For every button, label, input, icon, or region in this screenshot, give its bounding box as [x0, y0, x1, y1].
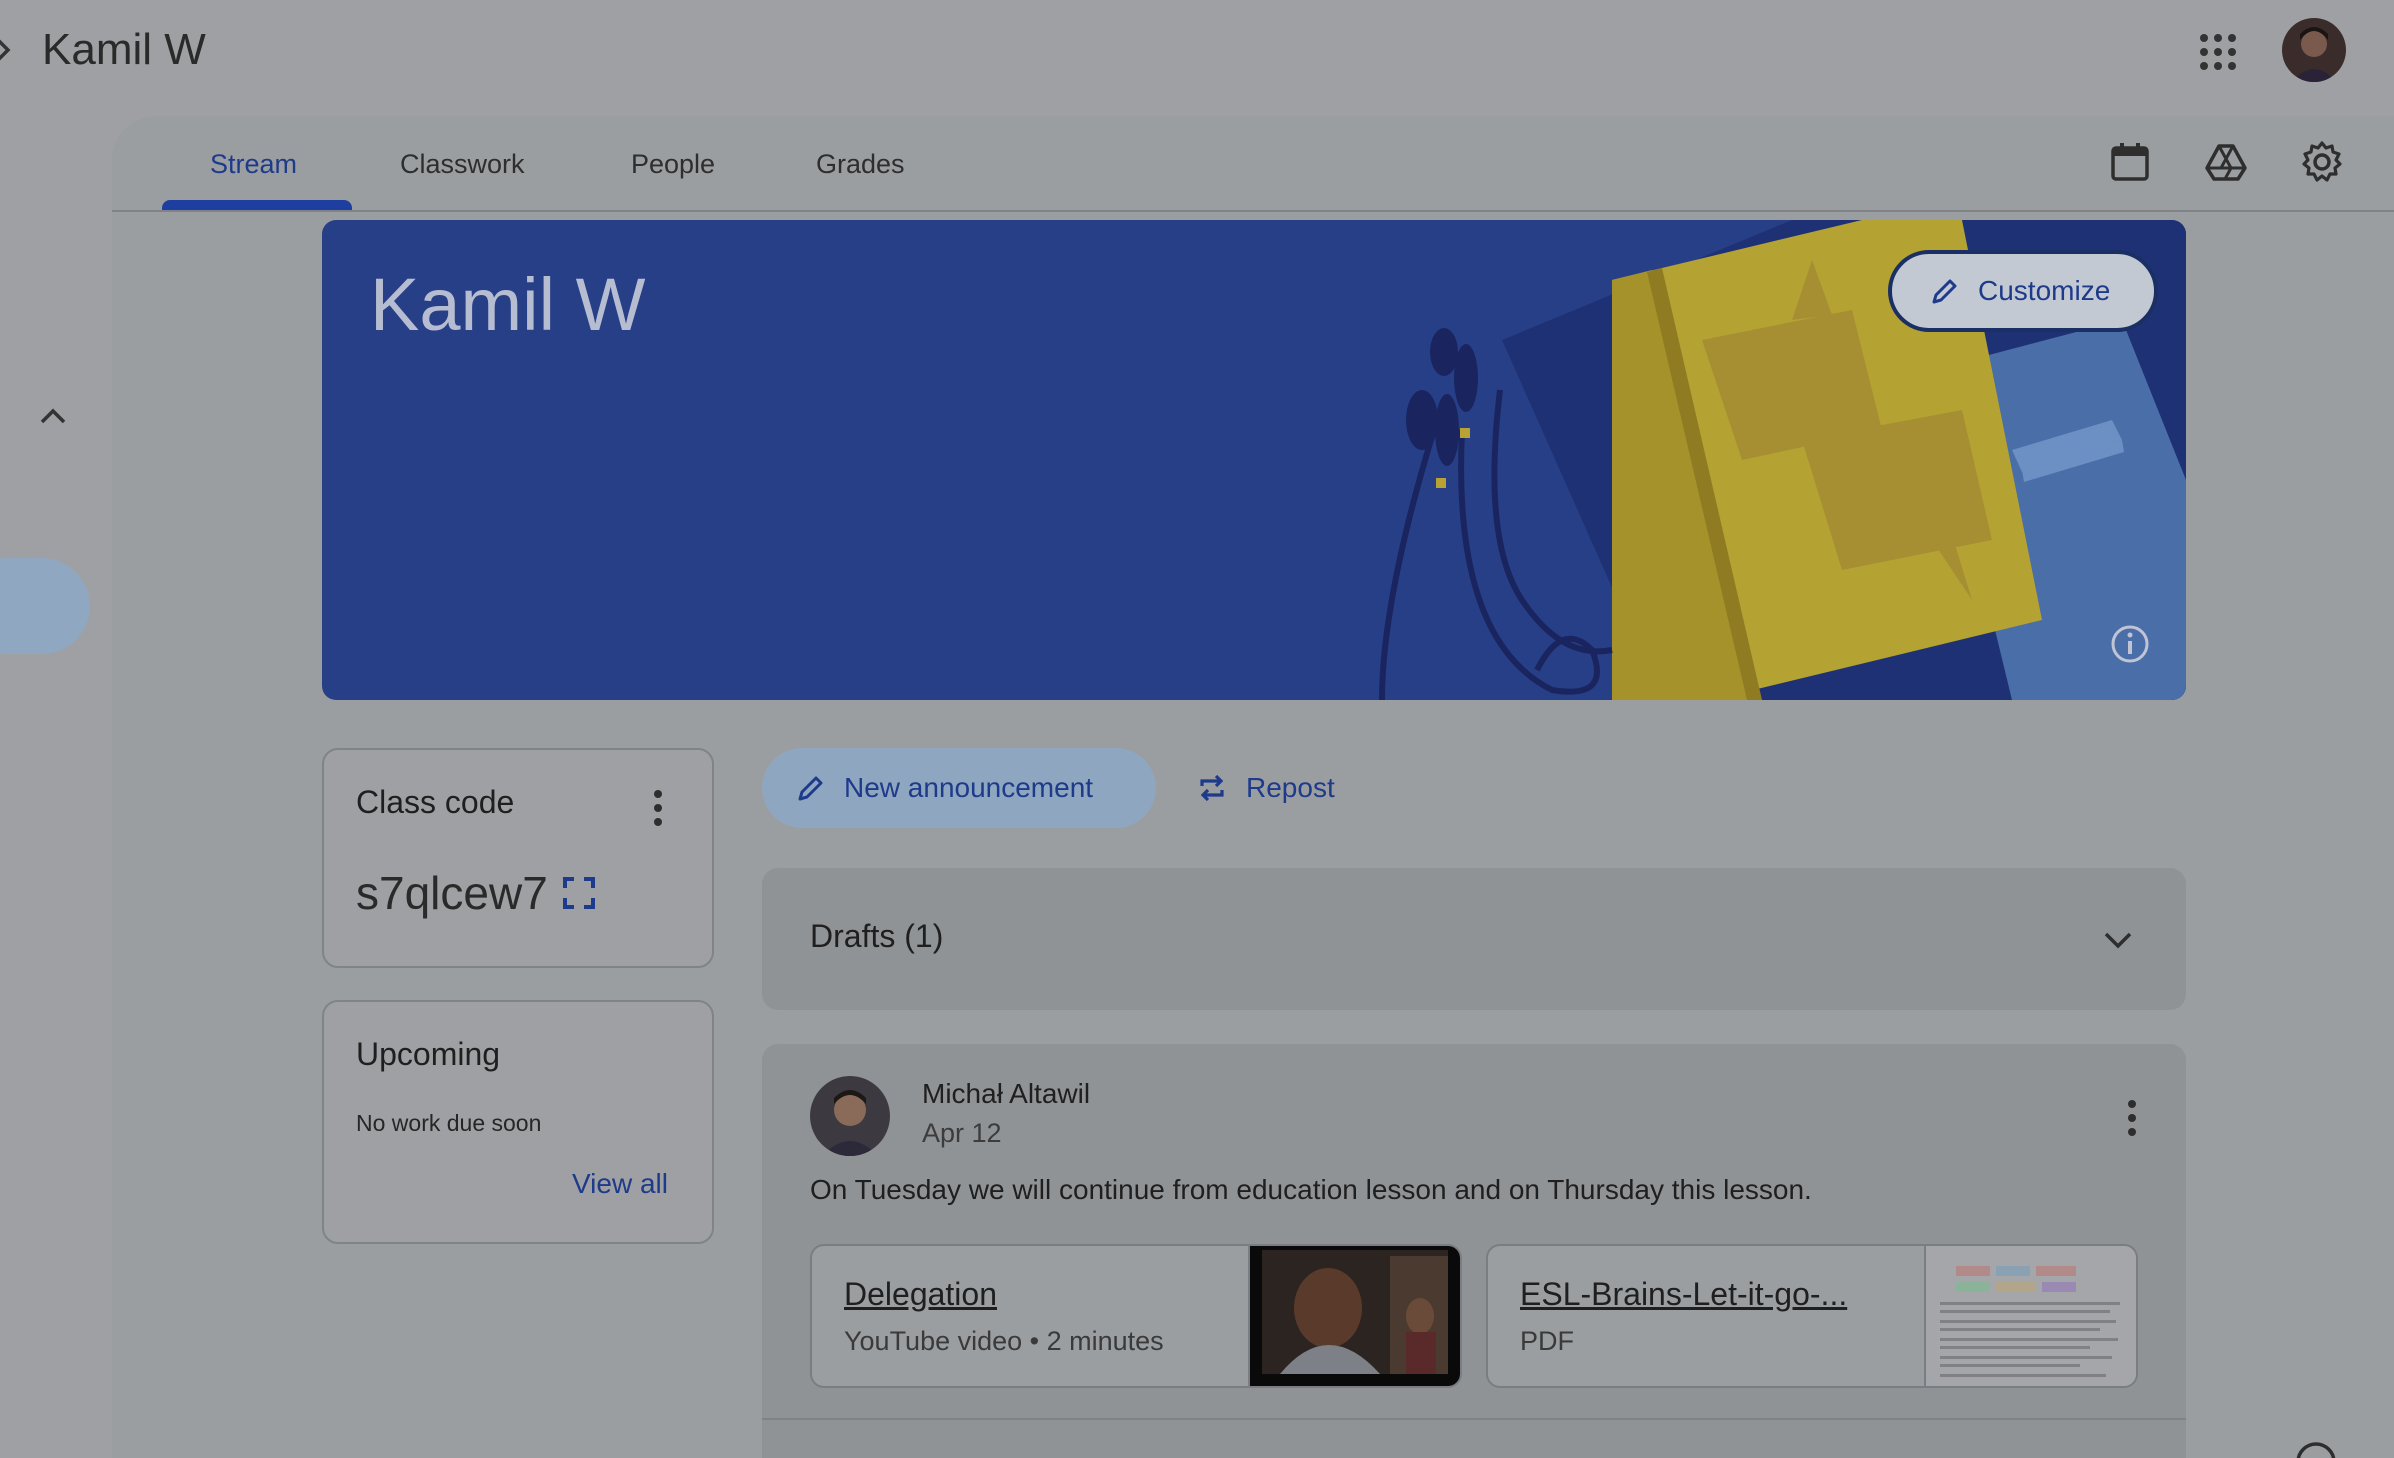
post-body: On Tuesday we will continue from educati…: [810, 1174, 1812, 1205]
stream-post: Michał Altawil Apr 12 On Tuesday we will…: [762, 1044, 2186, 1458]
settings-icon[interactable]: [2300, 140, 2344, 184]
attachment-subtitle: YouTube video • 2 minutes: [844, 1326, 1164, 1356]
class-code-card: Class code s7qlcew7: [322, 748, 714, 968]
post-more-options-icon[interactable]: [2124, 1098, 2140, 1138]
banner-title: Kamil W: [370, 263, 646, 346]
active-tab-indicator: [162, 200, 352, 210]
author-avatar: [810, 1076, 890, 1156]
course-title[interactable]: Kamil W: [42, 20, 206, 80]
chevron-up-icon[interactable]: [36, 400, 70, 434]
tab-classwork[interactable]: Classwork: [400, 144, 525, 184]
attachment-subtitle: PDF: [1520, 1326, 1574, 1356]
post-author: Michał Altawil: [922, 1078, 1091, 1109]
repost-button[interactable]: Repost: [1196, 760, 1335, 816]
pencil-icon: [1932, 279, 1957, 304]
attachment-card[interactable]: Delegation YouTube video • 2 minutes: [810, 1244, 1462, 1388]
attachment-title[interactable]: Delegation: [844, 1276, 997, 1313]
view-all-link[interactable]: View all: [572, 1168, 668, 1200]
attachment-title[interactable]: ESL-Brains-Let-it-go-...: [1520, 1276, 1847, 1313]
pencil-icon: [798, 776, 823, 801]
tab-stream[interactable]: Stream: [210, 144, 297, 184]
video-thumbnail[interactable]: [1248, 1246, 1460, 1386]
chevron-down-icon[interactable]: [2098, 920, 2138, 960]
more-options-icon[interactable]: [650, 788, 666, 828]
info-icon[interactable]: [2110, 624, 2150, 664]
customize-button[interactable]: Customize: [1888, 250, 2158, 332]
tab-grades[interactable]: Grades: [816, 144, 905, 184]
help-icon[interactable]: [2294, 1440, 2338, 1458]
pdf-thumbnail[interactable]: [1924, 1246, 2136, 1386]
account-avatar[interactable]: [2282, 18, 2346, 82]
class-code-value: s7qlcew7: [356, 867, 548, 919]
new-announcement-label: New announcement: [844, 772, 1094, 803]
selected-rail-item[interactable]: [0, 558, 90, 654]
class-code-title: Class code: [356, 784, 515, 820]
new-announcement-button[interactable]: New announcement: [762, 748, 1156, 828]
chevron-right-icon[interactable]: [0, 34, 18, 66]
drafts-panel[interactable]: Drafts (1): [762, 868, 2186, 1010]
repost-icon: [1200, 774, 1224, 802]
repost-label: Repost: [1246, 772, 1335, 803]
fullscreen-icon[interactable]: [562, 876, 596, 910]
google-apps-icon[interactable]: [2198, 32, 2238, 72]
post-date: Apr 12: [922, 1118, 1002, 1148]
drafts-label: Drafts (1): [810, 918, 944, 954]
upcoming-subtitle: No work due soon: [356, 1110, 542, 1136]
tab-people[interactable]: People: [631, 144, 715, 184]
top-bar: Kamil W: [0, 0, 2394, 100]
attachment-card[interactable]: ESL-Brains-Let-it-go-... PDF: [1486, 1244, 2138, 1388]
tab-bar: Stream Classwork People Grades: [112, 116, 2394, 212]
post-divider: [762, 1418, 2186, 1420]
drive-icon[interactable]: [2204, 140, 2248, 184]
upcoming-title: Upcoming: [356, 1036, 501, 1072]
upcoming-card: Upcoming No work due soon View all: [322, 1000, 714, 1244]
calendar-icon[interactable]: [2108, 140, 2152, 184]
customize-label: Customize: [1978, 275, 2111, 306]
